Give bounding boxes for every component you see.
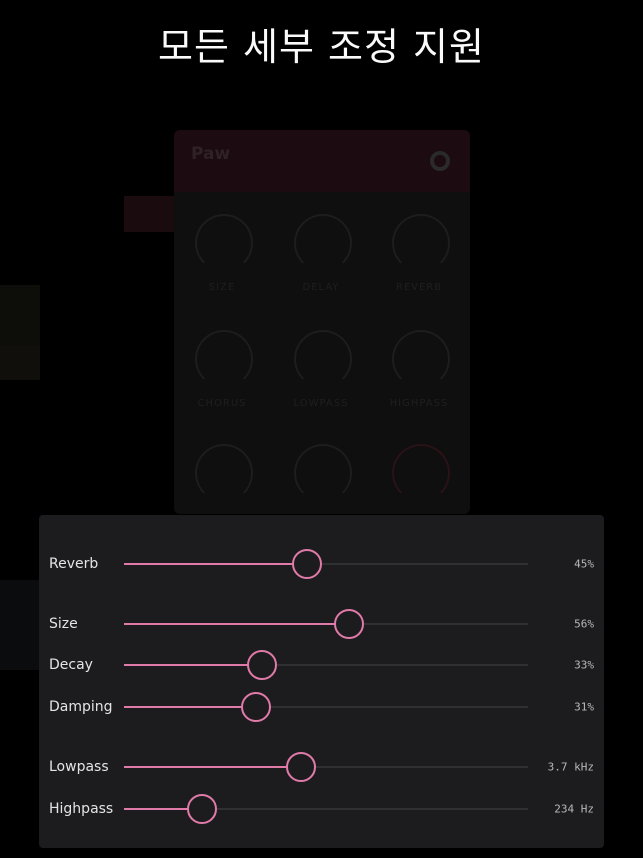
knob-delay[interactable] <box>294 214 352 272</box>
slider-value: 56% <box>574 617 594 631</box>
background-panel <box>0 345 40 380</box>
background-strip <box>0 580 40 670</box>
plugin-window: Paw SIZE DELAY REVERB CHORUS LOWPASS HIG… <box>174 130 470 514</box>
slider-value: 31% <box>574 700 594 714</box>
slider-thumb[interactable] <box>334 609 365 639</box>
slider-row-reverb: Reverb 45% <box>39 544 604 584</box>
slider-fill <box>124 563 306 565</box>
slider-thumb[interactable] <box>186 794 217 824</box>
knob-label: DELAY <box>302 282 340 293</box>
slider-row-decay: Decay 33% <box>39 645 604 685</box>
slider-fill <box>124 623 349 625</box>
slider-fill <box>124 664 262 666</box>
knob-lowpass[interactable] <box>294 330 352 388</box>
slider-label: Highpass <box>49 801 114 817</box>
slider-value: 33% <box>574 658 594 672</box>
slider-value: 45% <box>574 557 594 571</box>
knob-chorus[interactable] <box>195 330 253 388</box>
slider-row-lowpass: Lowpass 3.7 kHz <box>39 747 604 787</box>
knob[interactable] <box>195 444 253 502</box>
slider-label: Size <box>49 616 78 632</box>
slider-row-damping: Damping 31% <box>39 687 604 727</box>
slider-value: 234 Hz <box>554 802 594 816</box>
knob-label: REVERB <box>395 282 443 293</box>
page-headline: 모든 세부 조정 지원 <box>158 25 485 69</box>
knob-highpass[interactable] <box>392 330 450 388</box>
slider-track-reverb[interactable] <box>124 549 528 579</box>
slider-thumb[interactable] <box>247 650 278 680</box>
knob-label: LOWPASS <box>293 398 349 409</box>
slider-thumb[interactable] <box>291 549 322 579</box>
slider-row-highpass: Highpass 234 Hz <box>39 789 604 829</box>
knob-label: CHORUS <box>197 398 247 409</box>
slider-fill <box>124 706 256 708</box>
knob-label: HIGHPASS <box>389 398 449 409</box>
slider-label: Reverb <box>49 556 99 572</box>
plugin-title[interactable]: Paw <box>191 144 230 164</box>
slider-track-damping[interactable] <box>124 692 528 722</box>
background-tab <box>124 196 176 232</box>
knob[interactable] <box>294 444 352 502</box>
knob-label: SIZE <box>208 282 236 293</box>
slider-label: Decay <box>49 657 93 673</box>
slider-thumb[interactable] <box>285 752 316 782</box>
plugin-header: Paw <box>174 130 470 192</box>
slider-value: 3.7 kHz <box>547 760 594 774</box>
slider-label: Damping <box>49 699 113 715</box>
slider-track-highpass[interactable] <box>124 794 528 824</box>
slider-track-lowpass[interactable] <box>124 752 528 782</box>
slider-track-decay[interactable] <box>124 650 528 680</box>
slider-fill <box>124 766 300 768</box>
reverb-settings-panel: Reverb 45% Size 56% Decay 33% Damping 31… <box>39 515 604 848</box>
slider-label: Lowpass <box>49 759 109 775</box>
knob[interactable] <box>392 444 450 502</box>
slider-row-size: Size 56% <box>39 604 604 644</box>
slider-thumb[interactable] <box>241 692 272 722</box>
knob-reverb[interactable] <box>392 214 450 272</box>
slider-track-size[interactable] <box>124 609 528 639</box>
knob-size[interactable] <box>195 214 253 272</box>
power-icon[interactable] <box>430 151 450 171</box>
